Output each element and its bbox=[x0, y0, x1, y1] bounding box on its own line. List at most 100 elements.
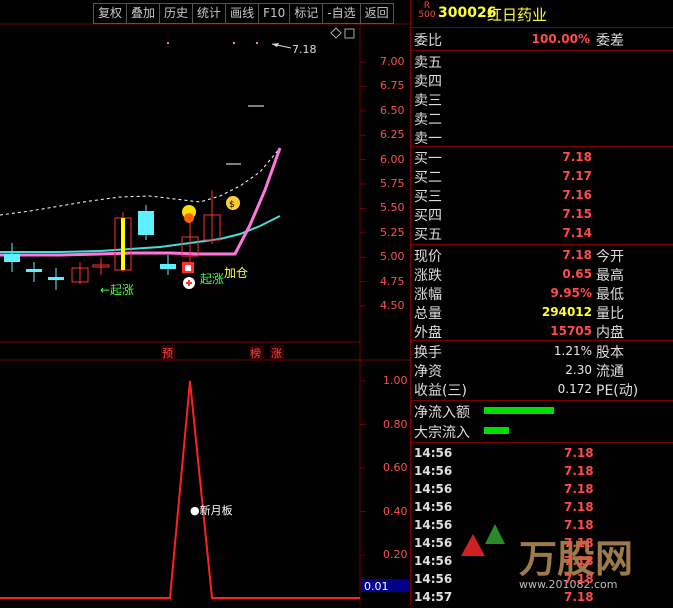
flow-bar bbox=[484, 427, 509, 434]
tick-time: 14:57 bbox=[414, 590, 453, 604]
price-tick-label: 5.25 bbox=[380, 225, 405, 239]
tick-row: 14:56 7.18 bbox=[414, 464, 614, 482]
tick-price: 7.18 bbox=[564, 554, 594, 568]
sell-level-label: 卖五 bbox=[414, 55, 442, 71]
buy-level-row: 买三 7.16 bbox=[414, 186, 672, 205]
tick-time: 14:56 bbox=[414, 554, 453, 568]
toolbar-button[interactable]: 标记 bbox=[290, 3, 324, 24]
buy-level-label: 买一 bbox=[414, 151, 442, 167]
indicator-tick-label: 0.20 bbox=[383, 548, 408, 561]
quote-label: 总量 bbox=[414, 306, 442, 322]
flow-row: 大宗流入 bbox=[414, 422, 672, 441]
ratio-label: 委比 bbox=[414, 33, 442, 49]
price-tick-label: 4.50 bbox=[380, 299, 405, 312]
tick-row: 14:56 7.18 bbox=[414, 482, 614, 500]
tick-time: 14:56 bbox=[414, 464, 453, 478]
buy-level-row: 买一 7.18 bbox=[414, 148, 672, 167]
rank-badge: R 500 bbox=[417, 2, 437, 20]
tick-price: 7.18 bbox=[564, 590, 594, 604]
house-icon bbox=[182, 262, 194, 273]
tick-price: 7.18 bbox=[564, 482, 594, 496]
quote-label-right: 内盘 bbox=[596, 325, 624, 341]
sell-level-row: 卖五 bbox=[414, 52, 672, 71]
signal-dots bbox=[167, 42, 258, 44]
sell-level-row: 卖二 bbox=[414, 109, 672, 128]
toolbar-button[interactable]: 历史 bbox=[160, 3, 194, 24]
indicator-tick-label: 0.40 bbox=[383, 504, 408, 518]
smiley-icon bbox=[182, 205, 196, 223]
flow-row: 净流入额 bbox=[414, 402, 672, 421]
sell-level-label: 卖四 bbox=[414, 74, 442, 90]
price-tick-label: 5.50 bbox=[380, 201, 405, 215]
box-icon[interactable] bbox=[344, 28, 355, 39]
buy-level-row: 买五 7.14 bbox=[414, 224, 672, 243]
quote-value: 294012 bbox=[541, 305, 592, 319]
diamond-icon[interactable] bbox=[330, 27, 342, 39]
sell-level-row: 卖四 bbox=[414, 71, 672, 90]
stat-value: 0.172 bbox=[557, 382, 592, 396]
stat-row: 收益(三) 0.172 PE(动) bbox=[414, 380, 672, 399]
tick-time: 14:56 bbox=[414, 572, 453, 586]
svg-text:$: $ bbox=[229, 200, 235, 210]
toolbar-button[interactable]: 画线 bbox=[226, 3, 260, 24]
toolbar-button[interactable]: 返回 bbox=[360, 3, 394, 24]
tick-row: 14:56 7.18 bbox=[414, 500, 614, 518]
buy-level-price: 7.14 bbox=[562, 226, 592, 240]
buy-level-label: 买三 bbox=[414, 189, 442, 205]
tick-price: 7.18 bbox=[564, 446, 594, 460]
tick-price: 7.18 bbox=[564, 572, 594, 586]
stat-value: 1.21% bbox=[553, 344, 592, 358]
ratio-diff-label: 委差 bbox=[596, 33, 624, 49]
tick-time: 14:56 bbox=[414, 500, 453, 514]
tick-row: 14:56 7.18 bbox=[414, 536, 614, 554]
tick-row: 14:56 7.18 bbox=[414, 446, 614, 464]
rank-number: 500 bbox=[418, 10, 436, 20]
indicator-tick-label: 1.00 bbox=[383, 374, 408, 387]
toolbar-button[interactable]: 统计 bbox=[193, 3, 227, 24]
buy-level-label: 买四 bbox=[414, 208, 442, 224]
tick-price: 7.18 bbox=[564, 500, 594, 514]
new-month-board-label: ●新月板 bbox=[190, 503, 233, 517]
price-tick-label: 6.75 bbox=[380, 79, 405, 93]
sell-level-row: 卖三 bbox=[414, 90, 672, 109]
tick-time: 14:56 bbox=[414, 518, 453, 532]
quote-row: 涨跌 0.65 最高 bbox=[414, 265, 672, 284]
quote-label-right: 量比 bbox=[596, 306, 624, 322]
tick-row: 14:57 7.18 bbox=[414, 590, 614, 608]
buy-level-price: 7.16 bbox=[562, 188, 592, 202]
quote-row: 现价 7.18 今开 bbox=[414, 246, 672, 265]
buy-level-row: 买二 7.17 bbox=[414, 167, 672, 186]
stat-row: 换手 1.21% 股本 bbox=[414, 342, 672, 361]
toolbar-button[interactable]: -自选 bbox=[323, 3, 361, 24]
quote-value: 15705 bbox=[550, 324, 592, 338]
quote-row: 外盘 15705 内盘 bbox=[414, 322, 672, 341]
toolbar-button[interactable]: 复权 bbox=[93, 3, 128, 24]
cursor-value: 0.01 bbox=[364, 580, 389, 593]
quote-label: 现价 bbox=[414, 249, 442, 265]
tick-price: 7.18 bbox=[564, 464, 594, 478]
toolbar-button[interactable]: 叠加 bbox=[127, 3, 161, 24]
quote-panel: R 500 300026 红日药业 委比 100.00% 委差 万股网 www.… bbox=[410, 0, 673, 605]
sell-level-label: 卖二 bbox=[414, 112, 442, 128]
toolbar-button[interactable]: F10 bbox=[259, 3, 291, 24]
stock-name[interactable]: 红日药业 bbox=[487, 4, 547, 25]
tick-row: 14:56 7.18 bbox=[414, 518, 614, 536]
sell-level-row: 卖一 bbox=[414, 128, 672, 147]
buy-level-price: 7.18 bbox=[562, 150, 592, 164]
buy-level-label: 买五 bbox=[414, 227, 442, 243]
tick-price: 7.18 bbox=[564, 518, 594, 532]
kline-chart[interactable]: 7.18 $ ←起涨 起涨 加仓 预 榜 涨 ●新月板 0.01 bbox=[0, 0, 410, 605]
quote-label: 涨跌 bbox=[414, 268, 442, 284]
sell-level-label: 卖三 bbox=[414, 93, 442, 109]
price-tick-label: 4.75 bbox=[380, 274, 405, 288]
buy-level-label: 买二 bbox=[414, 170, 442, 186]
stat-label-right: 流通 bbox=[596, 364, 624, 380]
flow-label: 大宗流入 bbox=[414, 425, 470, 441]
quote-row: 涨幅 9.95% 最低 bbox=[414, 284, 672, 303]
indicator-tick-label: 0.60 bbox=[383, 461, 408, 474]
add-position-label: 加仓 bbox=[224, 266, 248, 280]
candles bbox=[4, 105, 264, 290]
quote-value: 0.65 bbox=[562, 267, 592, 281]
buy-level-row: 买四 7.15 bbox=[414, 205, 672, 224]
price-tick-label: 6.25 bbox=[380, 128, 405, 142]
